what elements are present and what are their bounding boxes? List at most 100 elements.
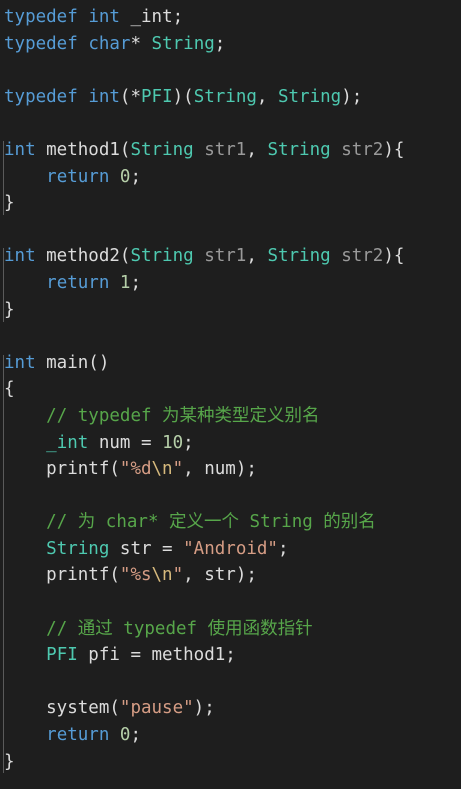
code-line[interactable] <box>0 669 461 696</box>
code-line[interactable] <box>0 110 461 137</box>
code-line[interactable]: String str = "Android"; <box>0 536 461 563</box>
code-editor[interactable]: typedef int _int; typedef char* String; t… <box>0 0 461 789</box>
code-token: num = <box>88 432 163 453</box>
code-token: String <box>193 86 257 107</box>
code-token: // typedef 为某种类型定义别名 <box>46 405 320 426</box>
code-token: str2 <box>341 139 384 160</box>
code-token: method2( <box>35 246 131 267</box>
code-token: ); <box>341 86 363 107</box>
code-line[interactable] <box>0 589 461 616</box>
code-token: return <box>46 272 110 293</box>
code-line[interactable]: // typedef 为某种类型定义别名 <box>0 403 461 430</box>
code-token: _int; <box>119 7 184 27</box>
code-token: // 通过 typedef 使用函数指针 <box>46 618 313 639</box>
code-line[interactable]: typedef char* String; <box>0 31 461 58</box>
code-line[interactable]: printf("%d\n", num); <box>0 456 461 483</box>
code-token: ; <box>130 166 142 187</box>
code-token: "%d <box>119 459 152 480</box>
code-line[interactable]: { <box>0 376 461 403</box>
code-token: 10 <box>162 432 184 453</box>
code-token: ; <box>277 538 289 559</box>
code-line[interactable]: int main() <box>0 350 461 377</box>
code-token: String <box>130 246 194 267</box>
code-token: , str); <box>183 565 257 586</box>
code-token: String <box>130 139 194 160</box>
code-line[interactable]: _int num = 10; <box>0 430 461 457</box>
code-token: return <box>46 725 110 746</box>
code-line[interactable]: } <box>0 297 461 324</box>
code-token: typedef <box>4 33 78 54</box>
code-token: String <box>46 538 110 559</box>
code-token: 0 <box>119 166 131 187</box>
code-line[interactable]: system("pause"); <box>0 695 461 722</box>
code-line[interactable]: return 1; <box>0 270 461 297</box>
code-line[interactable]: } <box>0 190 461 217</box>
code-token: ){ <box>383 139 405 160</box>
code-token: { <box>4 379 15 400</box>
code-token: system( <box>4 698 120 719</box>
code-line[interactable]: } <box>0 749 461 776</box>
code-token: )( <box>172 86 194 107</box>
code-line[interactable]: int method2(String str1, String str2){ <box>0 243 461 270</box>
code-token: pfi = method1; <box>77 645 236 666</box>
code-line[interactable]: return 0; <box>0 722 461 749</box>
code-line[interactable]: typedef int _int; <box>0 4 461 31</box>
code-line[interactable]: int method1(String str1, String str2){ <box>0 137 461 164</box>
code-token: _int <box>46 432 89 453</box>
code-token: printf( <box>4 459 120 480</box>
code-token: "pause" <box>119 698 194 719</box>
code-token: main() <box>35 352 110 373</box>
code-token: ; <box>130 272 142 293</box>
code-token: , num); <box>183 459 257 480</box>
code-token: , <box>246 139 268 160</box>
code-token: , <box>256 86 278 107</box>
code-token: ){ <box>383 246 405 267</box>
code-token: \n <box>151 565 173 586</box>
code-line[interactable]: return 0; <box>0 164 461 191</box>
code-token: ; <box>183 432 194 453</box>
code-token: String <box>277 86 342 107</box>
code-line[interactable]: // 为 char* 定义一个 String 的别名 <box>0 509 461 536</box>
code-line[interactable]: // 通过 typedef 使用函数指针 <box>0 616 461 643</box>
code-line[interactable]: printf("%s\n", str); <box>0 562 461 589</box>
code-line[interactable] <box>0 217 461 244</box>
code-line[interactable] <box>0 57 461 84</box>
code-token: typedef <box>4 7 78 27</box>
code-token: , <box>246 246 268 267</box>
code-token: 1 <box>119 272 131 293</box>
code-token: printf( <box>4 565 120 586</box>
code-token: str1 <box>204 246 247 267</box>
code-line[interactable]: PFI pfi = method1; <box>0 642 461 669</box>
code-token: String <box>267 139 331 160</box>
code-token: PFI <box>141 86 173 107</box>
code-token: ); <box>193 698 215 719</box>
code-token: int <box>4 139 36 160</box>
code-token: (* <box>119 86 141 107</box>
code-token: str1 <box>204 139 247 160</box>
code-line[interactable]: typedef int(*PFI)(String, String); <box>0 84 461 111</box>
code-line[interactable] <box>0 323 461 350</box>
code-line[interactable] <box>0 483 461 510</box>
code-content[interactable]: typedef int _int; typedef char* String; t… <box>0 4 461 775</box>
code-token: str2 <box>341 246 384 267</box>
code-token: "Android" <box>183 538 278 559</box>
code-token: int <box>88 7 120 27</box>
code-token: ; <box>130 725 142 746</box>
code-token: str = <box>109 538 184 559</box>
code-token: int <box>4 352 36 373</box>
code-token: " <box>172 459 184 480</box>
code-token: String <box>151 33 215 54</box>
